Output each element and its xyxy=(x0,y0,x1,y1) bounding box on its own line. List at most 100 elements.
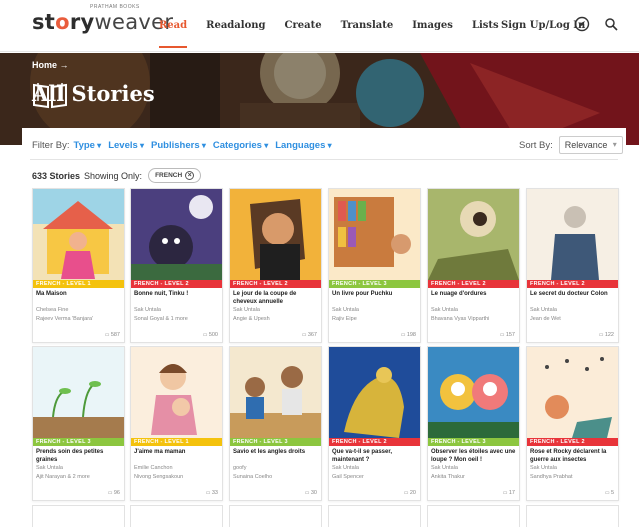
story-card-partial[interactable] xyxy=(427,505,520,527)
story-title[interactable]: Le nuage d'ordures xyxy=(431,291,518,299)
read-count: 500 xyxy=(203,332,218,338)
story-title[interactable]: Ma Maison xyxy=(36,291,123,299)
story-author[interactable]: Emilie Canchon xyxy=(134,465,221,471)
filter-type[interactable]: Type xyxy=(73,140,101,151)
story-card[interactable]: FRENCH - LEVEL 2 Le nuage d'ordures Sak … xyxy=(427,188,520,343)
story-illustrator[interactable]: Rajeev Verma 'Banjara' xyxy=(36,316,123,322)
level-badge: FRENCH - LEVEL 1 xyxy=(33,280,124,288)
story-card[interactable]: FRENCH - LEVEL 3 Un livre pour Puchku Sa… xyxy=(328,188,421,343)
read-count: 17 xyxy=(503,490,515,496)
book-cover[interactable] xyxy=(428,347,519,438)
story-card[interactable]: FRENCH - LEVEL 3 Prends soin des petites… xyxy=(32,346,125,501)
story-illustrator[interactable]: Nivong Sengsakoun xyxy=(134,474,221,480)
signup-login-link[interactable]: Sign Up/Log In xyxy=(501,20,585,31)
story-author[interactable]: Sak Untala xyxy=(332,307,419,313)
filter-languages[interactable]: Languages xyxy=(275,140,331,151)
story-author[interactable]: Sak Untala xyxy=(332,465,419,471)
book-cover[interactable] xyxy=(131,189,222,280)
book-cover[interactable] xyxy=(527,189,618,280)
logo-story-o: o xyxy=(55,10,70,34)
filter-levels[interactable]: Levels xyxy=(108,140,144,151)
story-illustrator[interactable]: Sandhya Prabhat xyxy=(530,474,617,480)
story-illustrator[interactable]: Sunaina Coelho xyxy=(233,474,320,480)
level-badge: FRENCH - LEVEL 2 xyxy=(527,438,618,446)
language-filter-chip[interactable]: FRENCH × xyxy=(148,168,202,183)
story-card-partial[interactable] xyxy=(130,505,223,527)
story-title[interactable]: Observer les étoiles avec une loupe ? Mo… xyxy=(431,449,518,464)
story-card[interactable]: FRENCH - LEVEL 2 Bonne nuit, Tinku ! Sak… xyxy=(130,188,223,343)
read-count: 5 xyxy=(605,490,614,496)
story-title[interactable]: Que va-t-il se passer, maintenant ? xyxy=(332,449,419,464)
story-illustrator[interactable]: Sonal Goyal & 1 more xyxy=(134,316,221,322)
story-card[interactable]: FRENCH - LEVEL 2 Que va-t-il se passer, … xyxy=(328,346,421,501)
story-illustrator[interactable]: Rajiv Eipe xyxy=(332,316,419,322)
story-card-partial[interactable] xyxy=(32,505,125,527)
compass-icon[interactable] xyxy=(574,16,590,32)
sort-select[interactable]: Relevance xyxy=(558,136,623,154)
story-author[interactable]: Sak Untala xyxy=(431,465,518,471)
level-badge: FRENCH - LEVEL 3 xyxy=(428,438,519,446)
story-illustrator[interactable]: Ajit Narayan & 2 more xyxy=(36,474,123,480)
story-card[interactable]: FRENCH - LEVEL 2 Le jour de la coupe de … xyxy=(229,188,322,343)
story-title[interactable]: Rose et Rocky déclarent la guerre aux in… xyxy=(530,449,617,464)
filter-categories[interactable]: Categories xyxy=(213,140,268,151)
story-author[interactable]: Sak Untala xyxy=(431,307,518,313)
story-illustrator[interactable]: Ankita Thakur xyxy=(431,474,518,480)
book-cover[interactable] xyxy=(329,189,420,280)
nav-translate[interactable]: Translate xyxy=(341,20,394,48)
story-illustrator[interactable]: Bhavana Vyas Vipparthi xyxy=(431,316,518,322)
showing-only-label: Showing Only: xyxy=(84,170,143,181)
book-cover[interactable] xyxy=(33,189,124,280)
main-nav: Read Readalong Create Translate Images L… xyxy=(159,20,518,48)
book-cover[interactable] xyxy=(527,347,618,438)
nav-read[interactable]: Read xyxy=(159,20,187,48)
book-cover[interactable] xyxy=(230,347,321,438)
nav-images[interactable]: Images xyxy=(412,20,453,48)
breadcrumb[interactable]: Home → xyxy=(32,60,69,70)
story-card[interactable]: FRENCH - LEVEL 2 Rose et Rocky déclarent… xyxy=(526,346,619,501)
story-author[interactable]: Sak Untala xyxy=(36,465,123,471)
story-author[interactable]: Sak Untala xyxy=(530,307,617,313)
story-card[interactable]: FRENCH - LEVEL 1 Ma Maison Chelsea Fine … xyxy=(32,188,125,343)
story-card-partial[interactable] xyxy=(526,505,619,527)
story-card[interactable]: FRENCH - LEVEL 3 Savio et les angles dro… xyxy=(229,346,322,501)
story-author[interactable]: Sak Untala xyxy=(233,307,320,313)
story-title[interactable]: J'aime ma maman xyxy=(134,449,221,457)
story-author[interactable]: Sak Untala xyxy=(530,465,617,471)
read-count: 587 xyxy=(105,332,120,338)
nav-create[interactable]: Create xyxy=(285,20,322,48)
remove-chip-icon[interactable]: × xyxy=(185,171,195,180)
story-title[interactable]: Bonne nuit, Tinku ! xyxy=(134,291,221,299)
read-count: 122 xyxy=(599,332,614,338)
story-card[interactable]: FRENCH - LEVEL 3 Observer les étoiles av… xyxy=(427,346,520,501)
logo-story-2: ry xyxy=(69,10,95,34)
story-title[interactable]: Le jour de la coupe de cheveux annuelle xyxy=(233,291,320,306)
book-cover[interactable] xyxy=(428,189,519,280)
book-cover[interactable] xyxy=(329,347,420,438)
story-title[interactable]: Un livre pour Puchku xyxy=(332,291,419,299)
story-author[interactable]: Sak Untala xyxy=(134,307,221,313)
nav-lists[interactable]: Lists xyxy=(472,20,499,48)
story-author[interactable]: goofy xyxy=(233,465,320,471)
nav-readalong[interactable]: Readalong xyxy=(206,20,265,48)
story-card-partial[interactable] xyxy=(229,505,322,527)
book-cover[interactable] xyxy=(230,189,321,280)
filter-publishers[interactable]: Publishers xyxy=(151,140,206,151)
level-badge: FRENCH - LEVEL 2 xyxy=(329,438,420,446)
book-cover[interactable] xyxy=(131,347,222,438)
book-cover[interactable] xyxy=(33,347,124,438)
story-author[interactable]: Chelsea Fine xyxy=(36,307,123,313)
story-illustrator[interactable]: Angie & Upesh xyxy=(233,316,320,322)
story-card-partial[interactable] xyxy=(328,505,421,527)
search-icon[interactable] xyxy=(604,17,618,31)
story-title[interactable]: Le secret du docteur Colon xyxy=(530,291,617,299)
story-title[interactable]: Savio et les angles droits xyxy=(233,449,320,457)
page-title-block: All Stories xyxy=(32,81,155,109)
story-card[interactable]: FRENCH - LEVEL 2 Le secret du docteur Co… xyxy=(526,188,619,343)
level-badge: FRENCH - LEVEL 2 xyxy=(131,280,222,288)
story-illustrator[interactable]: Gail Spencer xyxy=(332,474,419,480)
storyweaver-logo[interactable]: PRATHAM BOOKS storyweaver xyxy=(32,4,173,34)
story-card[interactable]: FRENCH - LEVEL 1 J'aime ma maman Emilie … xyxy=(130,346,223,501)
story-title[interactable]: Prends soin des petites graines xyxy=(36,449,123,464)
story-illustrator[interactable]: Jean de Wet xyxy=(530,316,617,322)
